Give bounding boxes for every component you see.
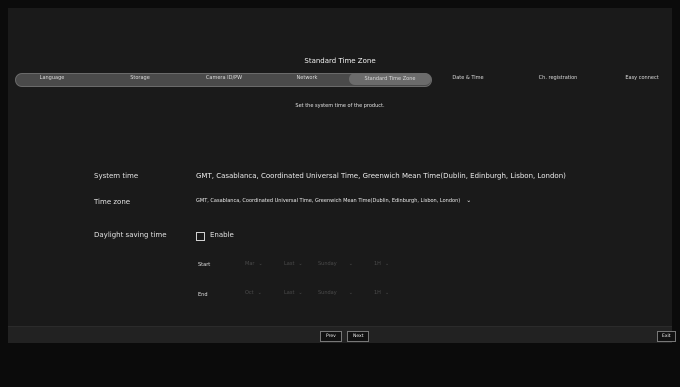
dst-start-month-value: Mar [245,261,255,267]
time-zone-selected-value: GMT, Casablanca, Coordinated Universal T… [196,198,461,204]
next-button[interactable]: Next [347,331,370,342]
dst-end-label: End [198,292,208,298]
dst-start-hour-value: 1H [374,261,381,267]
step-date-time[interactable]: Date & Time [433,75,503,81]
system-time-value: GMT, Casablanca, Coordinated Universal T… [196,172,566,180]
dst-start-month-select[interactable]: Mar ⌄ [245,261,263,267]
chevron-down-icon: ⌄ [348,290,353,296]
chevron-down-icon: ⌄ [257,290,262,296]
instruction-text: Set the system time of the product. [295,103,385,109]
step-language[interactable]: Language [17,75,87,81]
chevron-down-icon: ⌄ [298,261,303,267]
prev-button[interactable]: Prev [320,331,342,342]
chevron-down-icon: ⌄ [466,197,472,204]
chevron-down-icon: ⌄ [348,261,353,267]
dst-start-week-select[interactable]: Last ⌄ [284,261,303,267]
dst-end-week-select[interactable]: Last ⌄ [284,290,303,296]
dst-enable-label: Enable [210,231,234,239]
system-time-label: System time [94,172,139,180]
dst-enable-checkbox[interactable] [196,232,205,241]
dst-start-hour-select[interactable]: 1H ⌄ [374,261,389,267]
dst-start-label: Start [198,262,211,268]
step-network[interactable]: Network [272,75,342,81]
time-zone-label: Time zone [94,198,131,206]
step-camera-id-pw[interactable]: Camera ID/PW [189,75,259,81]
dst-end-month-value: Oct [245,290,254,296]
dst-end-month-select[interactable]: Oct ⌄ [245,290,262,296]
step-easy-connect[interactable]: Easy connect [607,75,677,81]
dst-end-hour-value: 1H [374,290,381,296]
step-ch-registration[interactable]: Ch. registration [523,75,593,81]
exit-button[interactable]: Exit [657,331,676,342]
dst-end-day-select[interactable]: Sunday ⌄ [318,290,353,296]
page-title: Standard Time Zone [304,57,376,65]
step-storage[interactable]: Storage [105,75,175,81]
chevron-down-icon: ⌄ [258,261,263,267]
dst-end-week-value: Last [284,290,295,296]
dst-label: Daylight saving time [94,231,167,239]
dst-end-day-value: Sunday [318,290,337,296]
chevron-down-icon: ⌄ [384,261,390,267]
chevron-down-icon: ⌄ [298,290,303,296]
dst-start-day-select[interactable]: Sunday ⌄ [318,261,353,267]
time-zone-select[interactable]: GMT, Casablanca, Coordinated Universal T… [196,197,471,204]
dst-start-day-value: Sunday [318,261,337,267]
chevron-down-icon: ⌄ [384,290,390,296]
dst-end-hour-select[interactable]: 1H ⌄ [374,290,389,296]
step-standard-time-zone[interactable]: Standard Time Zone [349,73,431,85]
wizard-steps: Language Storage Camera ID/PW Network St… [15,73,670,87]
dst-start-week-value: Last [284,261,295,267]
